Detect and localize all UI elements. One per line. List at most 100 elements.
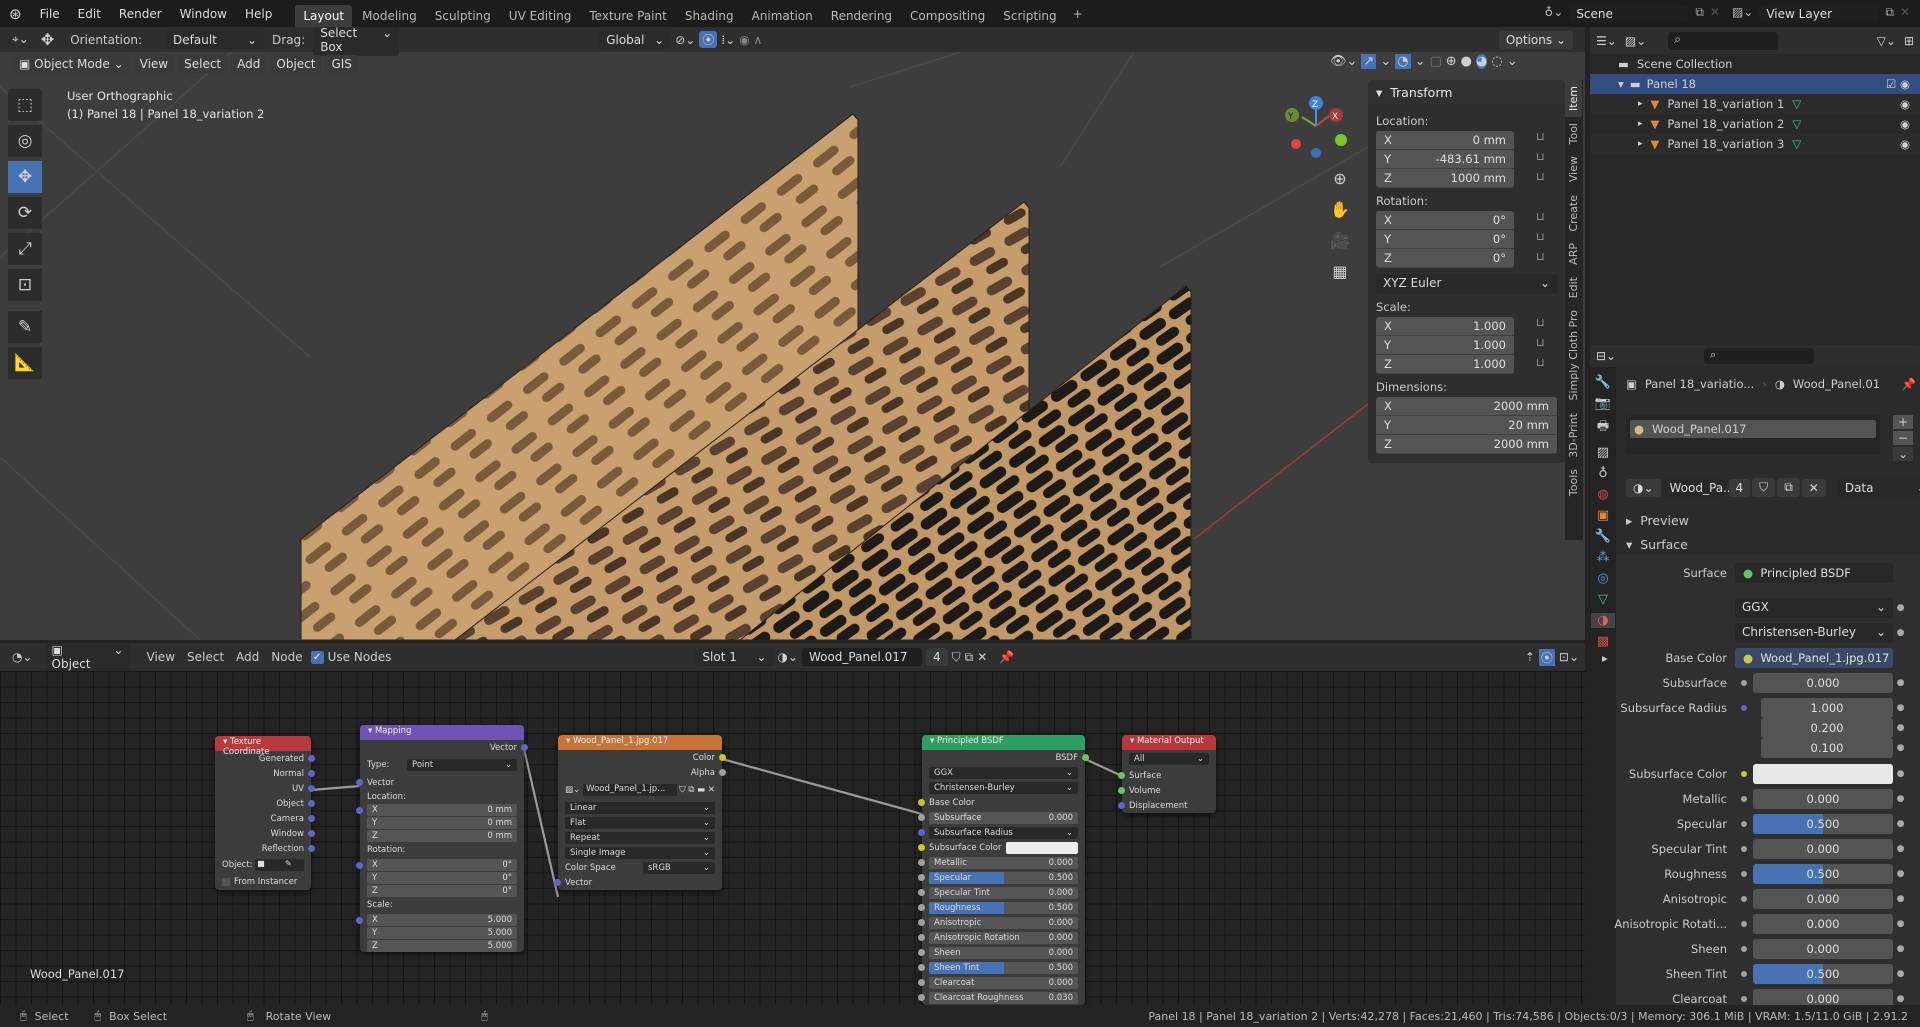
transform-tool-icon[interactable]: ⊡	[8, 269, 42, 301]
socket-icon[interactable]	[356, 862, 363, 869]
expand-arrow-icon[interactable]: ▸	[1638, 139, 1643, 149]
keyframe-dot-icon[interactable]: ●	[1893, 769, 1908, 779]
subsurface-radius-dropdown[interactable]: Subsurface Radius ⌄	[929, 826, 1078, 839]
ortho-grid-icon[interactable]: ▦	[1332, 262, 1347, 281]
distribution-dropdown[interactable]: GGX ⌄	[929, 766, 1078, 779]
add-workspace-button[interactable]: +	[1065, 3, 1091, 25]
rotation-mode-dropdown[interactable]: XYZ Euler ⌄	[1376, 274, 1557, 294]
socket-icon[interactable]	[1735, 963, 1753, 984]
slot-menu-button[interactable]: ⌄	[1893, 447, 1913, 461]
lock-icon[interactable]: ⊔	[1536, 170, 1545, 183]
transform-header[interactable]: ▾ Transform	[1368, 80, 1565, 104]
tab-uv-editing[interactable]: UV Editing	[501, 5, 580, 27]
specular-tint-slider[interactable]: 0.000	[1753, 838, 1893, 859]
overlay-dropdown-icon[interactable]: ⌄	[1415, 54, 1426, 69]
visibility-eye-icon[interactable]: ◉	[1900, 137, 1910, 151]
subsurface-field[interactable]: Subsurface 0.000	[929, 811, 1078, 824]
tab-sculpting[interactable]: Sculpting	[427, 5, 499, 27]
scale-z-field[interactable]: Z 1.000	[1376, 355, 1514, 374]
subsurface-radius-field[interactable]: 1.000	[1761, 697, 1893, 718]
color-space-dropdown[interactable]: sRGB ⌄	[643, 861, 715, 874]
specular-tint-field[interactable]: Specular Tint 0.000	[929, 886, 1078, 899]
link-dropdown[interactable]: Data⌄	[1837, 478, 1920, 497]
socket-icon[interactable]	[918, 859, 925, 866]
socket-icon[interactable]	[918, 904, 925, 911]
outliner-item[interactable]: ▸ ▼ Panel 18_variation 3 ▽ ◉	[1590, 134, 1920, 154]
sheen-tint-field[interactable]: Sheen Tint 0.500	[929, 961, 1078, 974]
sheen-slider[interactable]: 0.000	[1753, 938, 1893, 959]
socket-icon[interactable]	[356, 779, 363, 786]
gizmo-dropdown-icon[interactable]: ⌄	[1380, 54, 1391, 69]
overlay-toggle-icon[interactable]: ◔	[1395, 54, 1411, 69]
shading-dropdown-icon[interactable]: ⌄	[1507, 54, 1518, 69]
new-collection-icon[interactable]: ⊞	[1904, 34, 1914, 48]
editor-type-icon[interactable]: ⊟⌄	[1596, 349, 1616, 363]
socket-icon[interactable]	[1735, 697, 1753, 718]
tab-rendering[interactable]: Rendering	[823, 5, 900, 27]
solid-shading-icon[interactable]: ●	[1461, 54, 1472, 69]
keyframe-dot-icon[interactable]: ●	[1893, 743, 1908, 753]
measure-tool-icon[interactable]: 📐	[8, 347, 42, 379]
expand-arrow-icon[interactable]: ▸	[1638, 99, 1643, 109]
subsurface-radius-field[interactable]: 0.100	[1761, 737, 1893, 758]
sidebar-tab-arp[interactable]: ARP	[1565, 237, 1582, 271]
socket-icon[interactable]	[356, 807, 363, 814]
image-icons[interactable]: ⛉ ⧉ ▬ ✕	[677, 785, 715, 795]
subsurface-radius-field[interactable]: 0.200	[1761, 717, 1893, 738]
metallic-slider[interactable]: 0.000	[1753, 788, 1893, 809]
anisotropic-slider[interactable]: 0.000	[1753, 888, 1893, 909]
roughness-field[interactable]: Roughness 0.500	[929, 901, 1078, 914]
pivot-icon[interactable]: ⊘⌄	[675, 33, 695, 47]
rotate-tool-icon[interactable]: ⟳	[8, 197, 42, 229]
location-y-field[interactable]: Y 0 mm	[367, 816, 517, 829]
outliner-collection-panel-18[interactable]: ▾ ▬ Panel 18 ☑ ◉	[1590, 74, 1920, 94]
keyframe-dot-icon[interactable]: ●	[1893, 819, 1908, 829]
socket-icon[interactable]	[554, 879, 561, 886]
socket-icon[interactable]	[1735, 672, 1753, 693]
proportional-edit-icon[interactable]: ◉ ∧	[739, 33, 762, 47]
socket-icon[interactable]	[308, 815, 315, 822]
specular-slider[interactable]: 0.500	[1753, 813, 1893, 834]
image-name-field[interactable]: Wood_Panel_1.jp...	[583, 784, 677, 796]
properties-tab-tool-icon[interactable]: 🔧	[1595, 375, 1611, 390]
lock-icon[interactable]: ⊔	[1536, 150, 1545, 163]
display-mode-icon[interactable]: ☰⌄	[1596, 34, 1617, 48]
lock-icon[interactable]: ⊔	[1536, 210, 1545, 223]
menu-add[interactable]: Add	[230, 55, 268, 73]
rotation-y-field[interactable]: Y 0°	[367, 871, 517, 884]
socket-icon[interactable]	[918, 844, 925, 851]
socket-icon[interactable]	[308, 755, 315, 762]
socket-icon[interactable]	[1735, 863, 1753, 884]
projection-dropdown[interactable]: Flat ⌄	[565, 816, 715, 829]
duplicate-material-icon[interactable]: ⧉	[1777, 478, 1800, 497]
outliner-item[interactable]: ▸ ▼ Panel 18_variation 2 ▽ ◉	[1590, 114, 1920, 134]
socket-icon[interactable]	[356, 917, 363, 924]
pan-hand-icon[interactable]: ✋	[1330, 200, 1350, 219]
properties-tab-view-layer-icon[interactable]: ▨	[1597, 445, 1609, 460]
socket-icon[interactable]	[308, 800, 315, 807]
material-name-field[interactable]: Wood_Pa...	[1662, 478, 1735, 497]
delete-view-layer-icon[interactable]: ✕	[1900, 5, 1910, 23]
socket-icon[interactable]	[308, 785, 315, 792]
cursor-tool-icon[interactable]: ◎	[8, 125, 42, 157]
blender-logo-icon[interactable]: ⊛	[0, 5, 31, 23]
socket-icon[interactable]	[1118, 787, 1125, 794]
sidebar-tab-tool[interactable]: Tool	[1565, 117, 1582, 150]
checkbox-icon[interactable]: ☑ ◉	[1886, 77, 1910, 91]
image-browse-icon[interactable]: ▨⌄	[565, 785, 580, 795]
view-layer-filter-icon[interactable]: ▨⌄	[1625, 34, 1646, 48]
socket-icon[interactable]	[1735, 938, 1753, 959]
target-dropdown[interactable]: All ⌄	[1129, 753, 1209, 765]
subsurface-slider[interactable]: 0.000	[1753, 672, 1893, 693]
keyframe-dot-icon[interactable]: ●	[1893, 994, 1908, 1004]
mapping-node-header[interactable]: ▾ Mapping	[360, 725, 524, 740]
roughness-slider[interactable]: 0.500	[1753, 863, 1893, 884]
rotation-x-field[interactable]: X 0°	[1376, 211, 1514, 230]
interpolation-dropdown[interactable]: Linear ⌄	[565, 801, 715, 814]
sidebar-tab-3d-print[interactable]: 3D-Print	[1565, 407, 1582, 464]
view-layer-icon[interactable]: ▨⌄	[1732, 5, 1753, 23]
tab-texture-paint[interactable]: Texture Paint	[581, 5, 674, 27]
view-layer-selector[interactable]: View Layer	[1759, 4, 1880, 23]
tab-shading[interactable]: Shading	[677, 5, 742, 27]
location-y-field[interactable]: Y -483.61 mm	[1376, 150, 1514, 169]
